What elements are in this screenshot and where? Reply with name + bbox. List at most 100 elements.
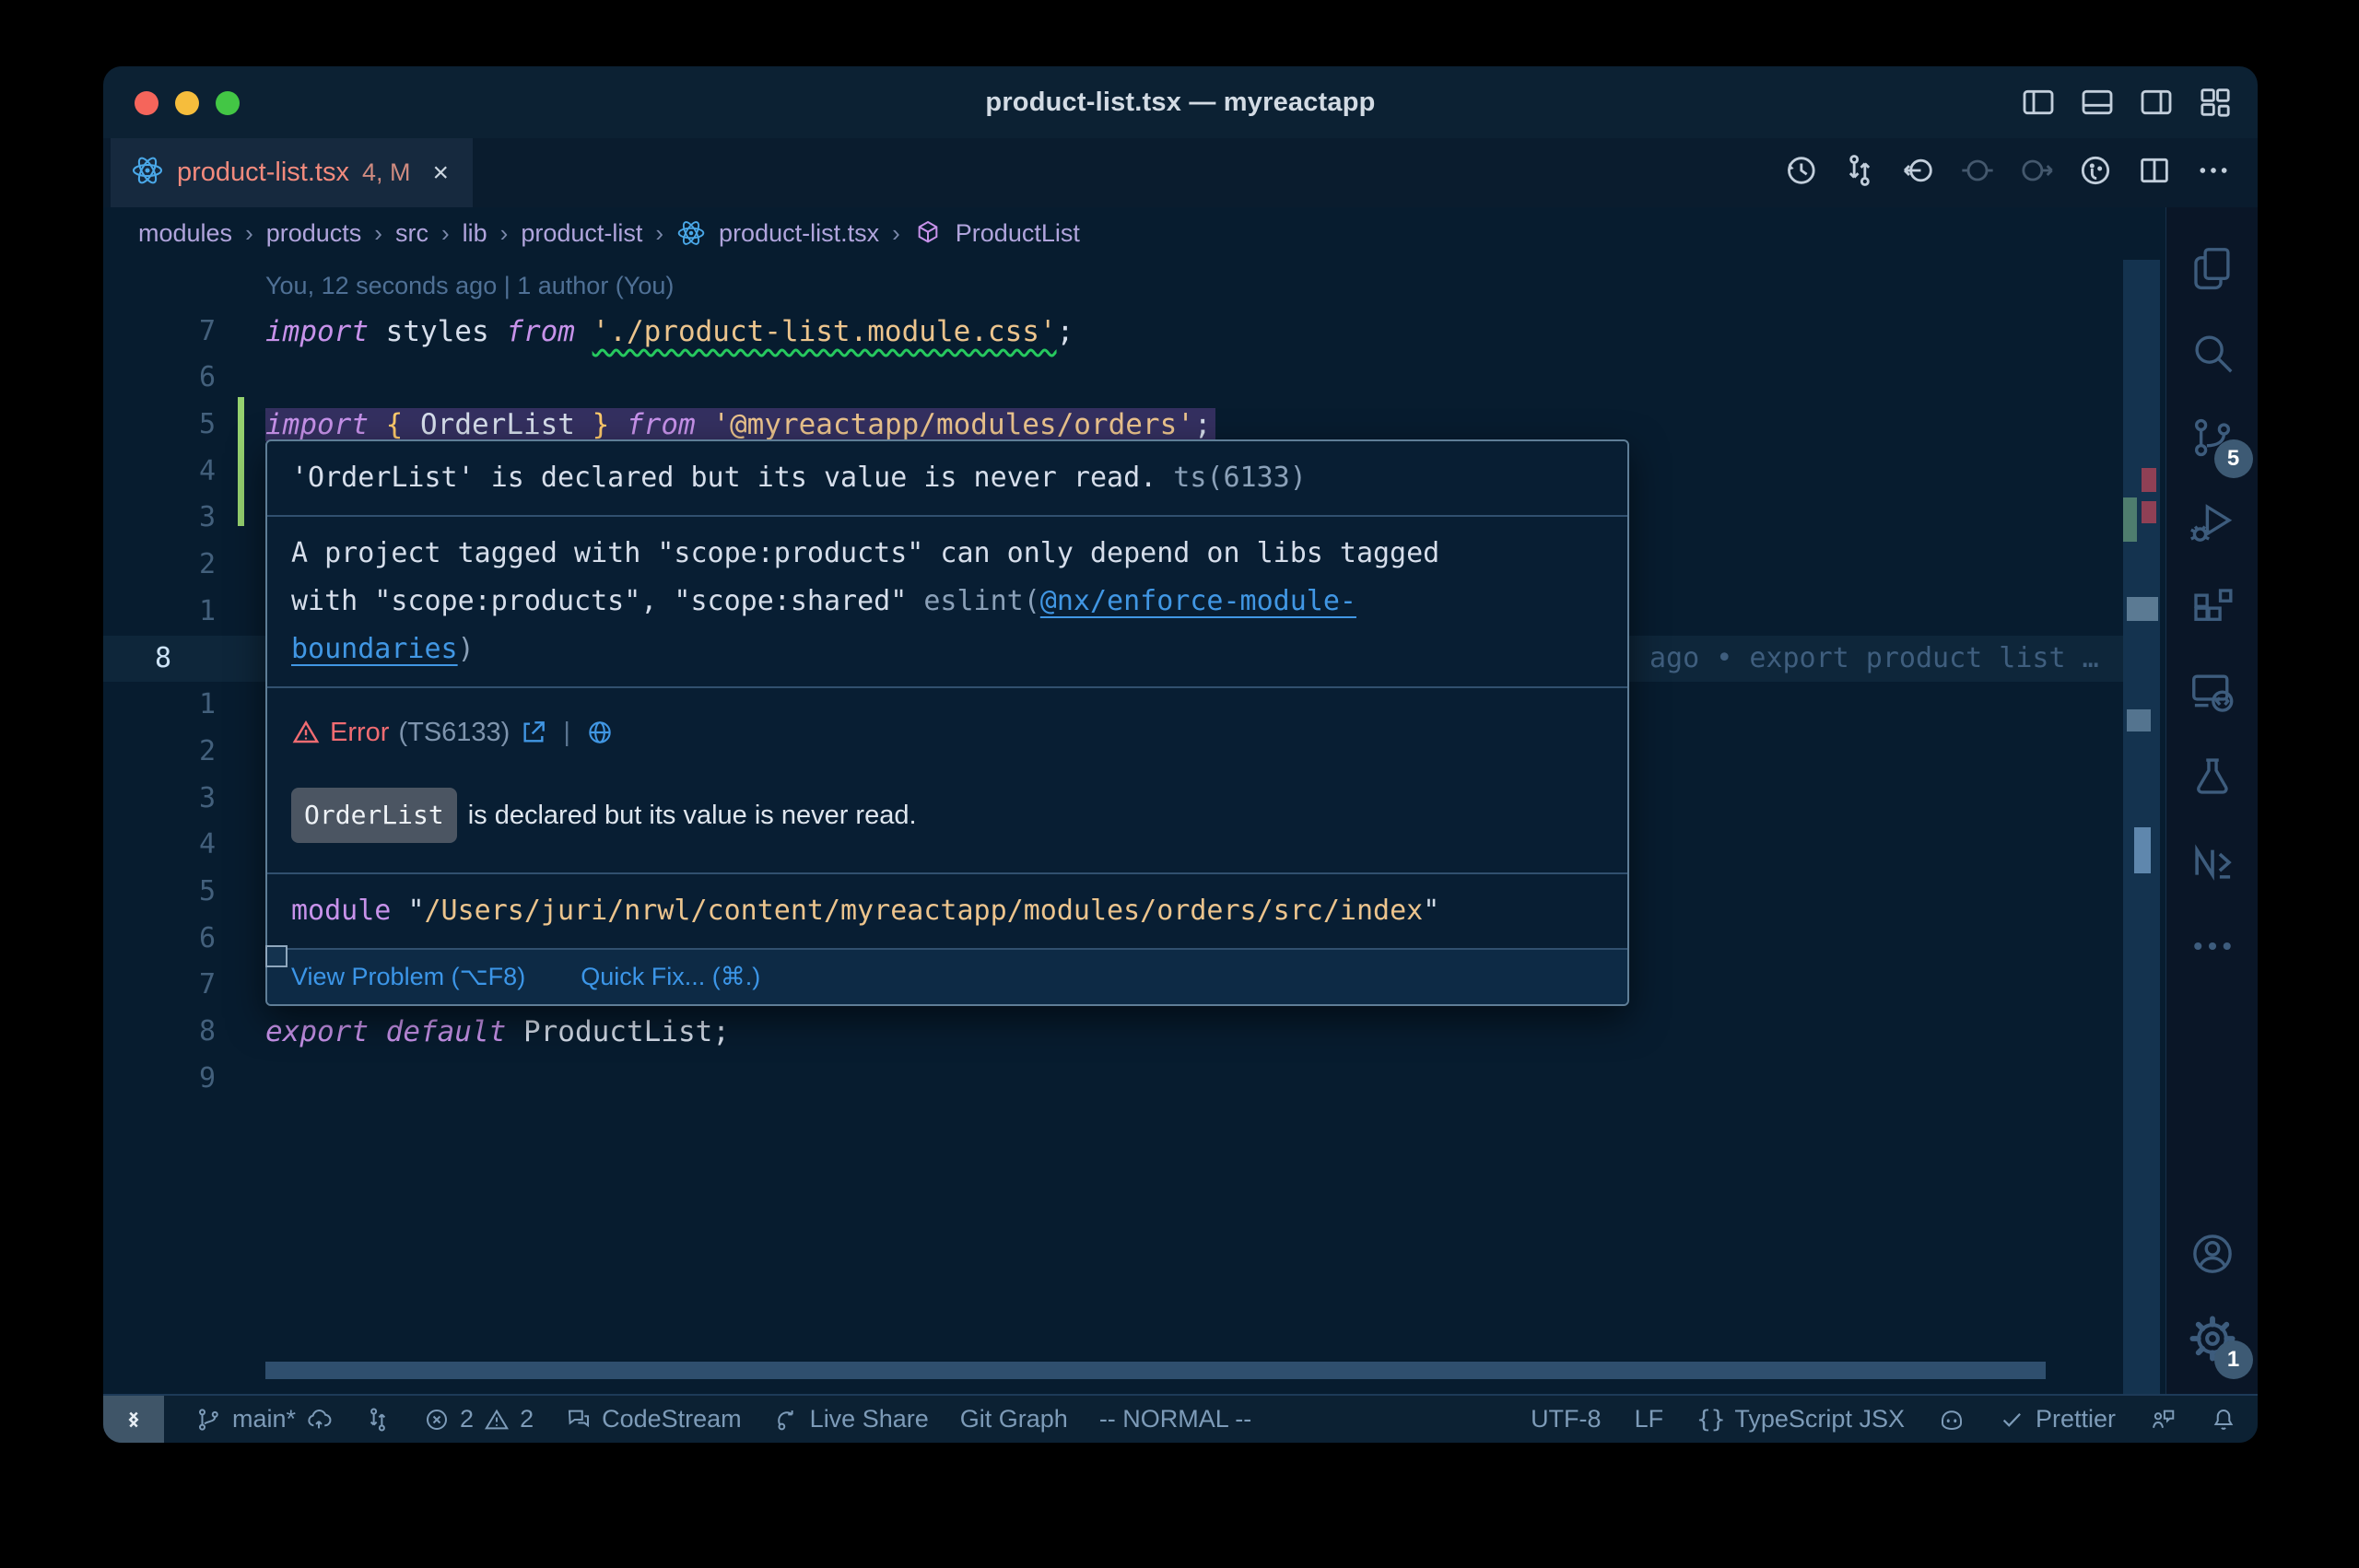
tooltip-eslint-message: A project tagged with "scope:products" c… [267,517,1627,688]
chevron-right-icon: › [374,219,382,248]
notifications-status[interactable] [2210,1406,2237,1433]
remote-explorer-icon[interactable] [2170,649,2255,734]
toggle-panel-icon[interactable] [2079,84,2116,125]
compare-changes-icon [364,1406,392,1433]
scm-badge: 5 [2214,439,2253,478]
code-line: 9 [103,1056,2123,1103]
globe-icon[interactable] [585,718,615,747]
cloud-upload-icon [305,1406,333,1433]
encoding-status[interactable]: UTF-8 [1531,1405,1602,1433]
git-added-mark [2123,497,2137,542]
tab-problems-badge: 4, M [362,158,411,187]
separator: | [563,708,570,756]
codestream-status[interactable]: CodeStream [565,1405,742,1433]
close-window-button[interactable] [135,91,158,115]
vscode-window: product-list.tsx — myreactapp product-li… [103,66,2258,1443]
line-number: 9 [103,1056,265,1103]
explorer-icon[interactable] [2170,226,2255,310]
breadcrumb-item[interactable]: product-list.tsx [719,219,879,248]
search-icon[interactable] [2170,310,2255,395]
timeline-history-icon[interactable] [1782,152,1819,193]
breadcrumb-item[interactable]: ProductList [956,219,1080,248]
testing-beaker-icon[interactable] [2170,734,2255,819]
git-gutter-added-bar [238,397,244,526]
error-hover-tooltip: 'OrderList' is declared but its value is… [265,439,1629,1006]
language-status[interactable]: {}TypeScript JSX [1696,1405,1905,1433]
eol-status[interactable]: LF [1635,1405,1664,1433]
vim-mode-status[interactable]: -- NORMAL -- [1099,1405,1251,1433]
window-title: product-list.tsx — myreactapp [985,88,1375,118]
react-icon [131,154,164,192]
cursor-position-mark [2134,827,2151,873]
settings-gear-icon[interactable]: 1 [2170,1296,2255,1381]
error-code: (TS6133) [398,708,510,756]
error-label: Error [330,708,389,756]
horizontal-scrollbar[interactable] [265,1362,2046,1379]
git-branch-status[interactable]: main* [195,1405,333,1433]
customize-layout-icon[interactable] [2197,84,2234,125]
octoface-icon [1938,1406,1966,1433]
more-actions-icon[interactable] [2195,152,2232,193]
line-number: 7 [103,962,265,1009]
view-problem-link[interactable]: View Problem (⌥F8) [291,963,525,991]
problems-status[interactable]: 2 2 [423,1405,534,1433]
tooltip-module-path: module "/Users/juri/nrwl/content/myreact… [267,874,1627,950]
breadcrumb-item[interactable]: lib [463,219,487,248]
error-mark [2142,468,2156,492]
status-bar: main* 2 2 CodeStream Live Share Git Grap… [103,1394,2258,1443]
tooltip-error-detail: Error(TS6133) | OrderList is declared bu… [267,688,1627,874]
tab-bar: product-list.tsx 4, M × [103,138,2258,207]
copilot-status[interactable] [1938,1406,1966,1433]
request-changes-icon[interactable] [1841,152,1878,193]
breadcrumb-item[interactable]: modules [138,219,232,248]
editor-actions [1782,138,2258,207]
title-bar: product-list.tsx — myreactapp [103,66,2258,138]
code-line: You, 12 seconds ago | 1 author (You) [103,262,2123,309]
error-description: is declared but its value is never read. [468,791,917,839]
nx-console-icon[interactable] [2170,819,2255,904]
breadcrumb-item[interactable]: src [395,219,428,248]
code-line: 8export default ProductList; [103,1009,2123,1056]
compare-changes-status[interactable] [364,1406,392,1433]
account-icon[interactable] [2170,1211,2255,1296]
line-number: 4 [103,822,265,869]
source-control-icon[interactable]: 5 [2170,395,2255,480]
live-share-status[interactable]: Live Share [773,1405,929,1433]
toggle-secondary-sidebar-icon[interactable] [2138,84,2175,125]
back-circle-icon[interactable] [1900,152,1937,193]
tab-product-list[interactable]: product-list.tsx 4, M × [111,138,475,207]
scrollbar-overview-ruler[interactable] [2123,260,2160,1394]
activity-bar: 5 1 [2165,207,2258,1394]
minimize-window-button[interactable] [175,91,199,115]
close-tab-icon[interactable]: × [432,158,449,189]
remote-indicator[interactable] [103,1396,164,1443]
line-number: 1 [103,682,265,729]
toggle-sidebar-icon[interactable] [2020,84,2057,125]
slider-mark [2127,709,2151,731]
run-debug-icon[interactable] [2170,480,2255,565]
merge-node-icon[interactable] [1959,152,1996,193]
tooltip-resize-grip[interactable] [265,945,288,967]
traffic-lights [135,91,240,115]
code-editor[interactable]: You, 12 seconds ago | 1 author (You) 7 imp… [103,260,2165,1394]
breadcrumb: modules › products › src › lib › product… [103,207,2165,260]
extensions-icon[interactable] [2170,565,2255,649]
slider-mark [2127,597,2158,621]
prettier-status[interactable]: Prettier [1999,1405,2116,1433]
run-commits-icon[interactable] [2077,152,2114,193]
line-number: 2 [103,542,265,589]
breadcrumb-item[interactable]: products [266,219,362,248]
zoom-window-button[interactable] [216,91,240,115]
line-number: 8 [103,1009,265,1056]
split-editor-icon[interactable] [2136,152,2173,193]
git-graph-status[interactable]: Git Graph [960,1405,1068,1433]
line-content [265,1056,2123,1103]
forward-circle-icon[interactable] [2018,152,2055,193]
external-link-icon[interactable] [519,718,548,747]
breadcrumb-item[interactable]: product-list [521,219,642,248]
quick-fix-link[interactable]: Quick Fix... (⌘.) [581,963,760,991]
more-views-icon[interactable] [2170,904,2255,989]
line-content: import styles from './product-list.modul… [265,309,2123,356]
feedback-status[interactable] [2149,1406,2177,1433]
react-icon [676,218,706,249]
